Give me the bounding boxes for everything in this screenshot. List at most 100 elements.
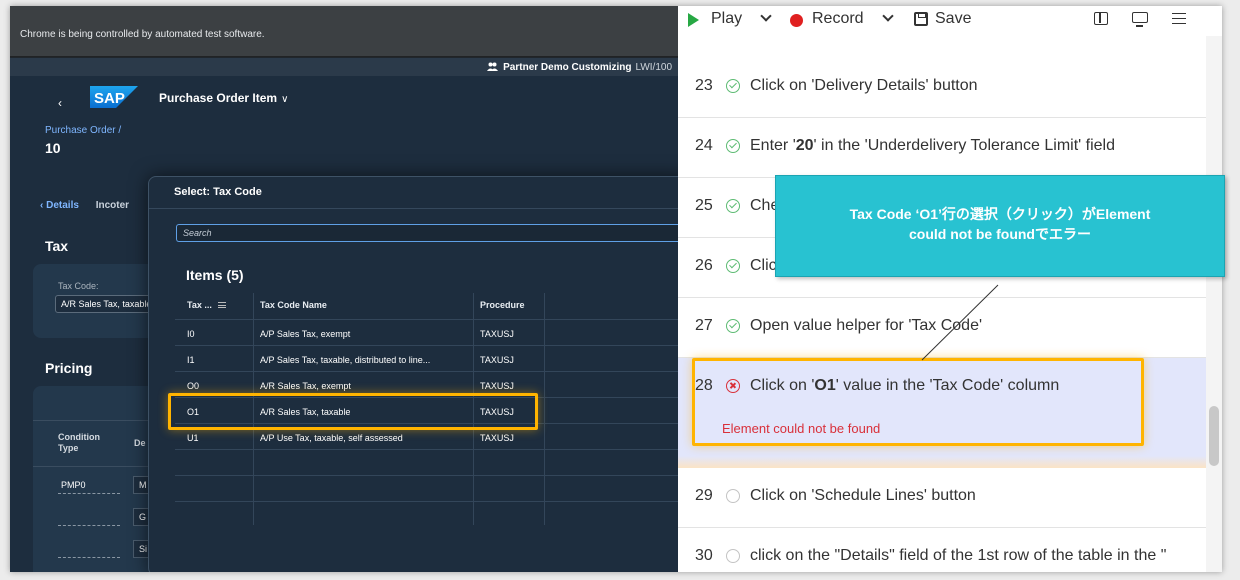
sidebar-icon[interactable] bbox=[1094, 12, 1108, 25]
object-header: ‹ SAP Purchase Order Item ∨ Purchase Orde… bbox=[10, 76, 678, 186]
dialog-title: Select: Tax Code bbox=[174, 186, 262, 198]
condition-type-header: Condition Type bbox=[58, 432, 100, 454]
step-item[interactable]: 23 Click on 'Delivery Details' button bbox=[678, 58, 1222, 118]
breadcrumb[interactable]: Purchase Order / bbox=[45, 125, 121, 136]
recorder-panel: Play Record Save 23 Click on 'Delivery D… bbox=[678, 6, 1222, 572]
step-text: Enter '20' in the 'Underdelivery Toleran… bbox=[750, 137, 1116, 154]
record-icon bbox=[790, 14, 803, 27]
object-number: 10 bbox=[45, 140, 61, 156]
tax-code-dialog: Select: Tax Code Search Items (5) Tax ..… bbox=[148, 176, 678, 572]
system-id: LWI/100 bbox=[635, 62, 673, 73]
column-header-procedure[interactable]: Procedure bbox=[480, 293, 525, 317]
step-text: click on the "Details" field of the 1st … bbox=[750, 547, 1167, 564]
tax-name-cell: A/R Sales Tax, taxable bbox=[260, 407, 351, 417]
condition-type-cell[interactable] bbox=[58, 540, 120, 558]
shell-bar: Partner Demo Customizing LWI/100 bbox=[10, 58, 678, 76]
row-divider bbox=[175, 449, 678, 450]
pending-circle-icon bbox=[726, 549, 740, 563]
tax-code-cell: O0 bbox=[187, 381, 200, 391]
check-circle-icon bbox=[726, 139, 740, 153]
menu-icon[interactable] bbox=[1172, 13, 1186, 24]
app-title: Purchase Order Item bbox=[159, 91, 278, 105]
procedure-cell: TAXUSJ bbox=[480, 329, 514, 339]
procedure-cell: TAXUSJ bbox=[480, 407, 514, 417]
play-label: Play bbox=[711, 10, 743, 27]
description-header: De bbox=[134, 438, 146, 448]
step-item[interactable]: 27 Open value helper for 'Tax Code' bbox=[678, 298, 1222, 358]
sort-icon bbox=[217, 302, 226, 308]
check-circle-icon bbox=[726, 79, 740, 93]
column-divider bbox=[473, 293, 474, 525]
tax-name-cell: A/P Sales Tax, exempt bbox=[260, 329, 351, 339]
play-icon bbox=[688, 13, 699, 27]
chevron-down-icon[interactable] bbox=[882, 10, 894, 22]
step-number: 26 bbox=[695, 257, 713, 274]
step-text: Open value helper for 'Tax Code' bbox=[750, 317, 983, 334]
step-item[interactable]: 29 Click on 'Schedule Lines' button bbox=[678, 468, 1222, 528]
back-icon[interactable]: ‹ bbox=[58, 96, 62, 110]
row-divider bbox=[175, 397, 678, 398]
tax-name-cell: A/P Sales Tax, taxable, distributed to l… bbox=[260, 355, 431, 365]
step-number: 25 bbox=[695, 197, 713, 214]
pricing-section-title: Pricing bbox=[45, 360, 93, 376]
tax-code-cell: O1 bbox=[187, 407, 200, 417]
save-icon bbox=[914, 12, 928, 26]
svg-text:SAP: SAP bbox=[94, 90, 125, 107]
step-highlight-box bbox=[692, 358, 1144, 446]
step-item[interactable]: 30 click on the "Details" field of the 1… bbox=[678, 528, 1222, 572]
column-divider bbox=[253, 293, 254, 525]
tab-details[interactable]: ‹ Details bbox=[40, 200, 79, 211]
chevron-down-icon: ∨ bbox=[281, 94, 289, 105]
people-icon bbox=[487, 62, 499, 71]
row-divider bbox=[175, 319, 678, 320]
system-info[interactable]: Partner Demo Customizing LWI/100 bbox=[487, 62, 672, 73]
row-divider bbox=[175, 371, 678, 372]
condition-type-cell[interactable]: PMP0 bbox=[58, 476, 120, 494]
step-text: Clic bbox=[750, 257, 777, 274]
check-circle-icon bbox=[726, 199, 740, 213]
step-number: 23 bbox=[695, 77, 713, 94]
customizing-name: Partner Demo Customizing bbox=[503, 62, 632, 73]
sap-logo[interactable]: SAP bbox=[90, 86, 138, 108]
row-divider bbox=[175, 423, 678, 424]
row-divider bbox=[175, 501, 678, 502]
procedure-cell: TAXUSJ bbox=[480, 381, 514, 391]
save-label: Save bbox=[935, 10, 972, 27]
pending-circle-icon bbox=[726, 489, 740, 503]
procedure-cell: TAXUSJ bbox=[480, 433, 514, 443]
tax-name-cell: A/P Use Tax, taxable, self assessed bbox=[260, 433, 403, 443]
tax-code-cell: I1 bbox=[187, 355, 195, 365]
tab-details-label: Details bbox=[46, 200, 79, 211]
scrollbar-thumb[interactable] bbox=[1209, 406, 1219, 466]
dialog-divider bbox=[149, 208, 678, 209]
automation-infobar: Chrome is being controlled by automated … bbox=[10, 6, 678, 56]
step-number: 30 bbox=[695, 547, 713, 564]
column-divider bbox=[544, 293, 545, 525]
section-tabs: ‹ Details Incoter bbox=[40, 200, 129, 211]
condition-type-cell[interactable] bbox=[58, 508, 120, 526]
tax-name-cell: A/R Sales Tax, exempt bbox=[260, 381, 351, 391]
step-number: 24 bbox=[695, 137, 713, 154]
record-label: Record bbox=[812, 10, 864, 27]
screenshot-stage: Chrome is being controlled by automated … bbox=[0, 0, 1240, 580]
column-header-tax-code[interactable]: Tax ... bbox=[187, 293, 226, 317]
step-text: Click on 'Delivery Details' button bbox=[750, 77, 978, 94]
monitor-icon[interactable] bbox=[1132, 12, 1148, 27]
step-error-gradient bbox=[678, 456, 1206, 468]
app-title-menu[interactable]: Purchase Order Item ∨ bbox=[159, 91, 288, 105]
items-count-title: Items (5) bbox=[186, 267, 244, 283]
step-item[interactable]: 24 Enter '20' in the 'Underdelivery Tole… bbox=[678, 118, 1222, 178]
scrollbar[interactable] bbox=[1206, 36, 1222, 572]
check-circle-icon bbox=[726, 259, 740, 273]
tax-code-label: Tax Code: bbox=[58, 281, 99, 291]
tax-code-cell: U1 bbox=[187, 433, 199, 443]
tab-incoterms[interactable]: Incoter bbox=[96, 200, 129, 211]
step-number: 29 bbox=[695, 487, 713, 504]
step-number: 27 bbox=[695, 317, 713, 334]
sap-app: Chrome is being controlled by automated … bbox=[10, 6, 678, 572]
row-divider bbox=[175, 345, 678, 346]
search-input[interactable]: Search bbox=[176, 224, 678, 242]
check-circle-icon bbox=[726, 319, 740, 333]
chevron-down-icon[interactable] bbox=[760, 10, 772, 22]
column-header-name[interactable]: Tax Code Name bbox=[260, 293, 327, 317]
